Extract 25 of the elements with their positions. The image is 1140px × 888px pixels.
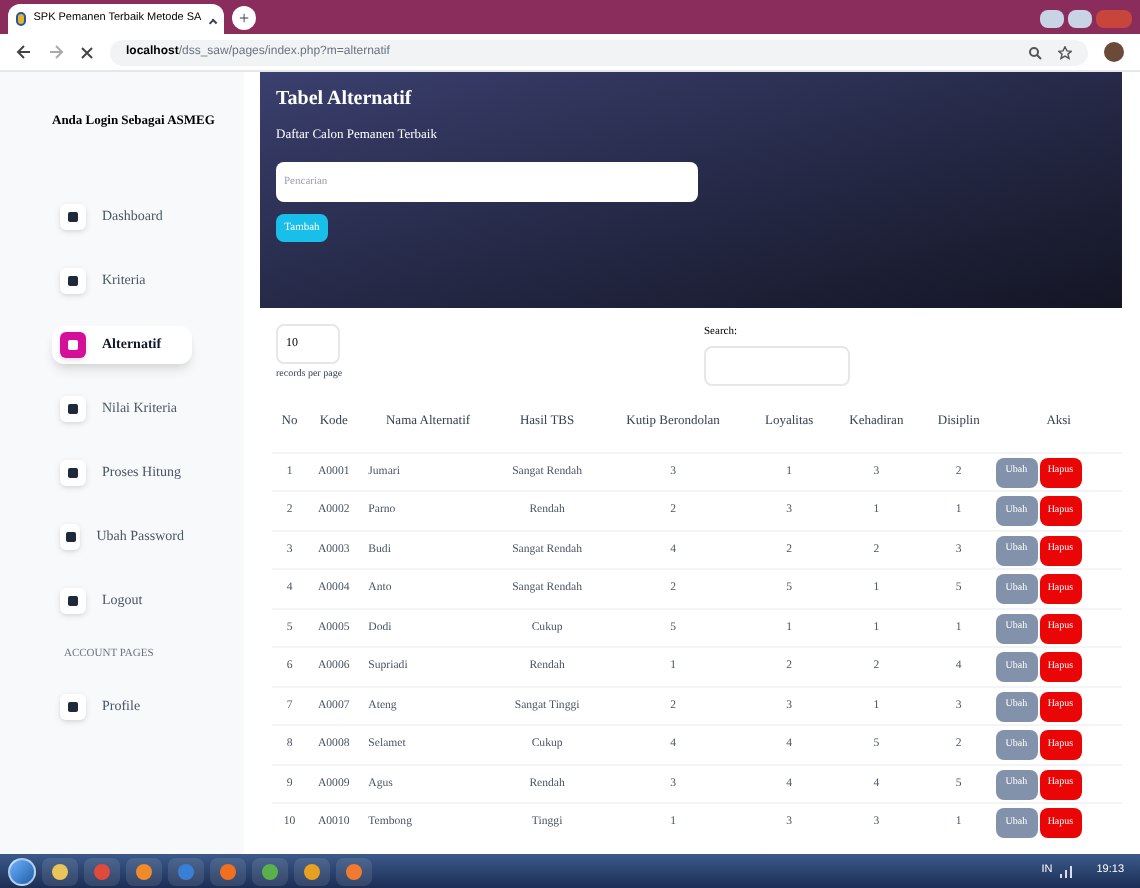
nav-icon	[60, 203, 86, 230]
taskbar-app-icon[interactable]	[210, 857, 246, 885]
nav-icon	[60, 459, 86, 486]
avatar-icon[interactable]	[1104, 42, 1124, 62]
taskbar-app-icon[interactable]	[126, 857, 162, 885]
table-search-field[interactable]	[704, 346, 850, 387]
nav-icon	[60, 523, 81, 550]
star-icon[interactable]	[1058, 45, 1072, 59]
signal-icon[interactable]	[1058, 863, 1075, 879]
nav-icon	[60, 395, 86, 422]
start-icon[interactable]	[8, 857, 36, 885]
taskbar-app-icon[interactable]	[336, 857, 372, 885]
nav-icon	[60, 331, 86, 358]
nav-icon	[60, 694, 86, 720]
nav-icon	[60, 267, 86, 294]
taskbar-app-icon[interactable]	[42, 857, 78, 885]
stop-icon[interactable]	[80, 45, 94, 59]
search-icon[interactable]	[1028, 45, 1042, 59]
back-icon[interactable]	[16, 44, 32, 60]
site-icon	[16, 12, 26, 26]
taskbar-app-icon[interactable]	[294, 857, 330, 885]
new-tab-button[interactable]: +	[232, 6, 256, 30]
nav-icon	[60, 587, 86, 614]
taskbar-app-icon[interactable]	[252, 857, 288, 885]
page-title: Tabel Alternatif	[276, 86, 414, 114]
